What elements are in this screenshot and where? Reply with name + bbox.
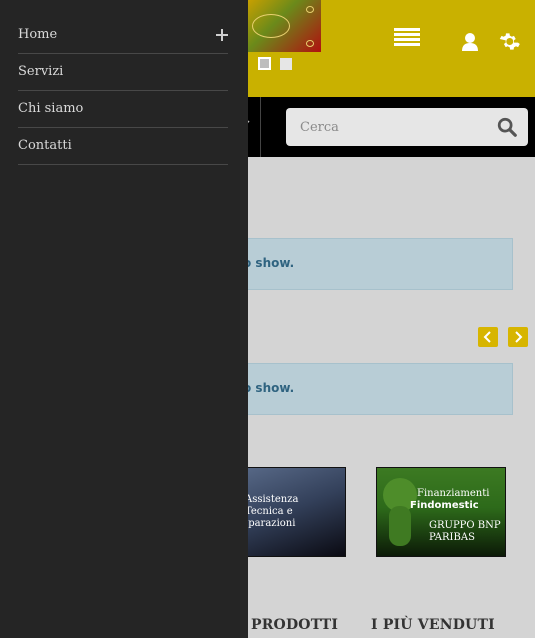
logo-dot xyxy=(306,40,314,47)
sidebar-item-contatti[interactable]: Contatti xyxy=(18,128,228,165)
slider-dot[interactable] xyxy=(280,58,292,70)
alert-text: o show. xyxy=(243,256,295,270)
chevron-right-icon xyxy=(515,331,523,343)
logo-shape xyxy=(252,14,290,38)
carousel-next-button[interactable] xyxy=(508,327,528,347)
plus-icon[interactable] xyxy=(216,29,228,41)
banner-brand: Findomestic xyxy=(410,500,479,511)
hamburger-menu-icon[interactable] xyxy=(394,28,420,48)
banner-findomestic[interactable]: Finanziamenti Findomestic GRUPPO BNP PAR… xyxy=(376,467,506,557)
section-title-piu-venduti: I PIÙ VENDUTI xyxy=(371,617,495,633)
search-input[interactable] xyxy=(286,108,486,146)
sidebar-item-chi-siamo[interactable]: Chi siamo xyxy=(18,91,228,128)
banner-title: Finanziamenti xyxy=(417,488,490,499)
mascot-body xyxy=(389,506,411,546)
sidebar-item-label: Servizi xyxy=(18,64,64,79)
search-icon[interactable] xyxy=(496,116,518,138)
sidebar-item-label: Contatti xyxy=(18,138,72,153)
sidebar-item-label: Home xyxy=(18,27,58,42)
sidebar-item-servizi[interactable]: Servizi xyxy=(18,54,228,91)
user-icon[interactable] xyxy=(461,32,479,52)
banner-text: Assistenza Tecnica e iparazioni xyxy=(245,494,299,529)
logo-dot xyxy=(306,6,314,13)
carousel-prev-button[interactable] xyxy=(478,327,498,347)
info-alert: o show. xyxy=(220,363,513,415)
logo[interactable] xyxy=(248,0,321,52)
slider-dot-active[interactable] xyxy=(258,57,271,70)
chevron-left-icon xyxy=(483,331,491,343)
sidebar-menu: Home Servizi Chi siamo Contatti xyxy=(0,0,248,638)
section-title-prodotti: PRODOTTI xyxy=(251,617,339,633)
info-alert: o show. xyxy=(220,238,513,290)
gear-icon[interactable] xyxy=(499,31,520,52)
search-box xyxy=(286,108,528,146)
sidebar-item-label: Chi siamo xyxy=(18,101,84,116)
divider xyxy=(260,97,261,157)
sidebar-item-home[interactable]: Home xyxy=(18,17,228,54)
banner-tagline: GRUPPO BNP PARIBAS xyxy=(429,520,501,543)
alert-text: o show. xyxy=(243,381,295,395)
